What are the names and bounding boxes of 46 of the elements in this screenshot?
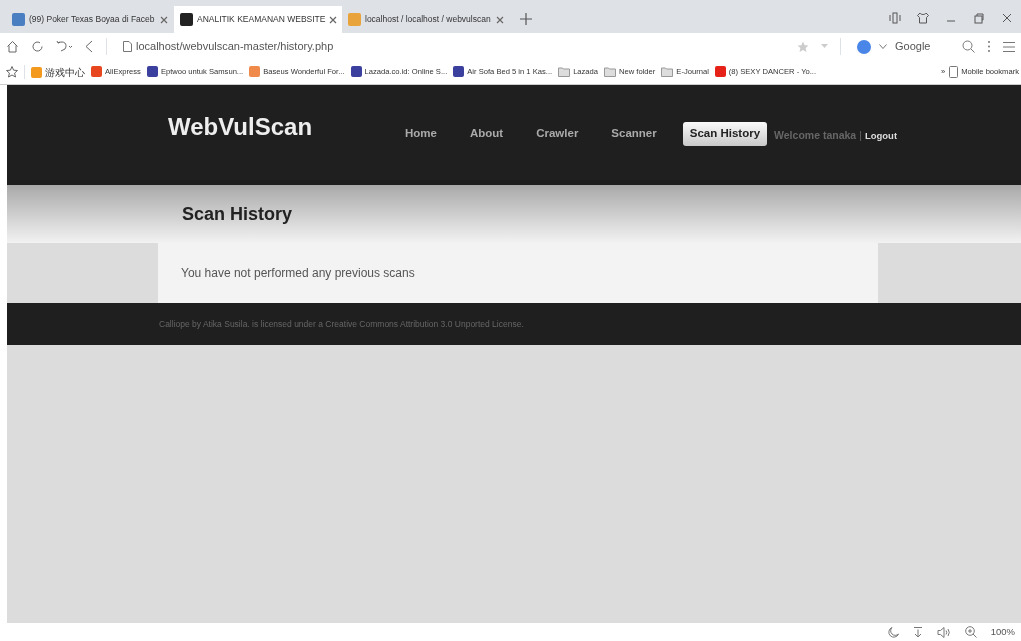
close-icon[interactable] bbox=[329, 15, 338, 24]
bookmark-link[interactable]: 游戏中心 bbox=[31, 64, 85, 80]
close-icon[interactable] bbox=[496, 15, 504, 24]
separator-text: | bbox=[859, 128, 862, 144]
search-engine-selector[interactable]: Google bbox=[840, 38, 950, 55]
reload-icon[interactable] bbox=[31, 40, 44, 53]
page-title: Scan History bbox=[182, 202, 293, 226]
zoom-icon[interactable] bbox=[964, 626, 977, 638]
menu-icon[interactable] bbox=[1003, 40, 1015, 53]
folder-icon bbox=[604, 67, 617, 77]
close-icon[interactable] bbox=[1001, 12, 1013, 24]
back-icon[interactable] bbox=[84, 40, 94, 53]
folder-icon bbox=[661, 67, 674, 77]
browser-tab[interactable]: localhost / localhost / webvulscan bbox=[342, 6, 510, 33]
browser-tab[interactable]: ANALITIK KEAMANAN WEBSITE bbox=[174, 6, 342, 33]
zoom-level[interactable]: 100% bbox=[990, 624, 1015, 640]
page-icon bbox=[123, 41, 132, 52]
nav-link[interactable]: Scanner bbox=[604, 122, 664, 146]
address-field[interactable]: localhost/webvulscan-master/history.php bbox=[106, 38, 785, 55]
site-logo[interactable]: WebVulScan bbox=[168, 109, 398, 145]
nav-link[interactable]: Scan History bbox=[682, 122, 768, 146]
close-icon[interactable] bbox=[160, 15, 168, 24]
welcome-text: Welcome tanaka bbox=[774, 128, 857, 144]
phone-icon bbox=[949, 66, 959, 78]
vibrate-icon[interactable] bbox=[889, 12, 901, 24]
speaker-icon[interactable] bbox=[936, 626, 951, 638]
logout-link[interactable]: Logout bbox=[864, 128, 898, 144]
home-icon[interactable] bbox=[6, 40, 19, 53]
shirt-icon[interactable] bbox=[917, 12, 929, 24]
search-engine-icon bbox=[857, 39, 871, 54]
search-icon[interactable] bbox=[962, 40, 975, 53]
restore-icon[interactable] bbox=[973, 12, 985, 24]
undo-icon[interactable] bbox=[56, 40, 72, 53]
folder-icon bbox=[558, 67, 571, 77]
star-icon[interactable] bbox=[797, 40, 809, 53]
nav-link[interactable]: About bbox=[462, 122, 511, 146]
browser-tab[interactable]: (99) Poker Texas Boyaa di Faceb bbox=[6, 6, 174, 33]
nav-link[interactable]: Crawler bbox=[529, 122, 586, 146]
more-icon[interactable] bbox=[987, 40, 991, 53]
empty-message: You have not performed any previous scans bbox=[181, 265, 415, 282]
moon-icon[interactable] bbox=[887, 626, 899, 638]
bookmark-star-icon[interactable] bbox=[6, 66, 18, 78]
nav-link[interactable]: Home bbox=[398, 122, 444, 146]
download-icon[interactable] bbox=[912, 626, 923, 638]
chevron-icon bbox=[879, 43, 887, 50]
new-tab-icon[interactable] bbox=[520, 13, 532, 25]
